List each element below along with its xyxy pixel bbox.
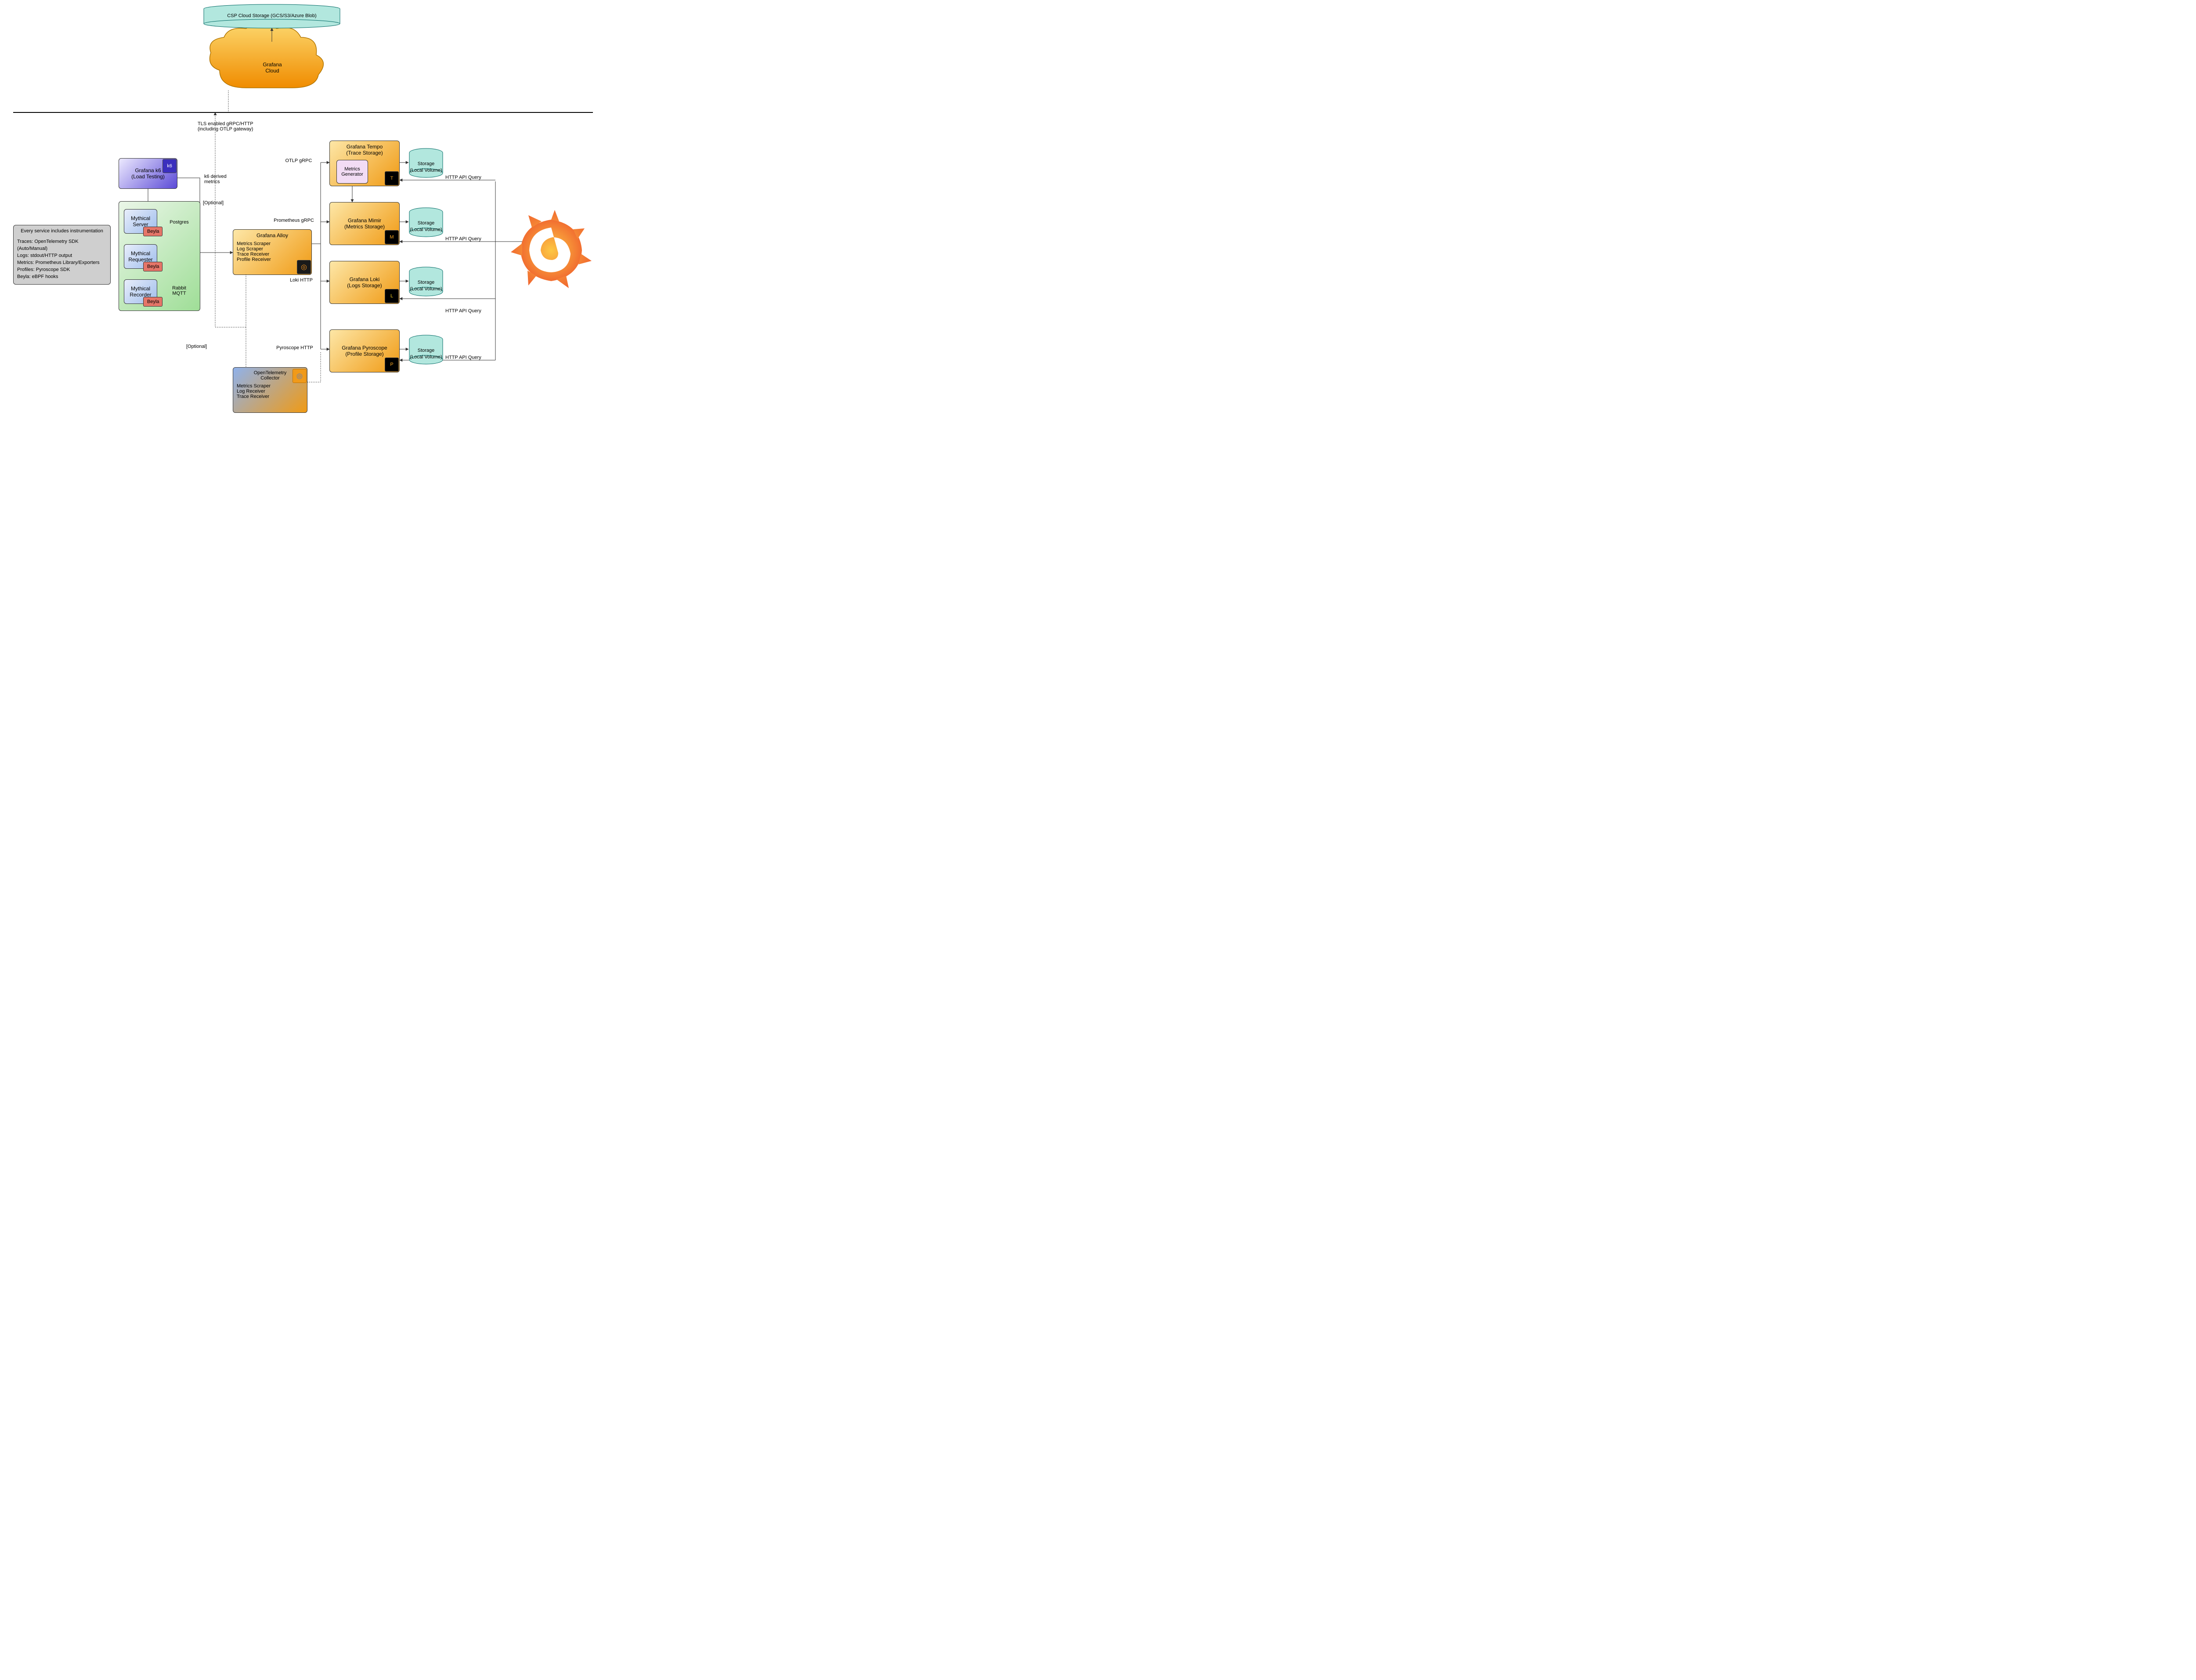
tls-l2: (including OTLP gateway) — [198, 126, 277, 132]
beyla-requester: Beyla — [143, 262, 163, 271]
k6m-l2: metrics — [204, 179, 227, 184]
grafana-cloud-label: Grafana Cloud — [246, 61, 299, 74]
otel-l1: Log Receiver — [237, 389, 303, 394]
edge-http-api-mimir: HTTP API Query — [445, 236, 481, 242]
mrec-l1: Mythical — [128, 285, 153, 292]
rab-l2: MQTT — [166, 291, 192, 296]
rabbit-label: Rabbit MQTT — [166, 285, 192, 296]
beyla-recorder: Beyla — [143, 297, 163, 307]
loki-l2: (Logs Storage) — [333, 282, 396, 289]
postgres-label: Postgres — [168, 220, 191, 225]
storage-tempo-label: Storage(Local Volume) — [409, 153, 443, 174]
mimir-icon: M — [385, 230, 399, 244]
optional-label-top: [Optional] — [203, 200, 224, 206]
k6-icon: k6 — [163, 159, 177, 173]
grafana-cloud-l1: Grafana — [246, 61, 299, 68]
k6-derived-metrics-label: k6 derived metrics — [204, 174, 227, 184]
grafana-cloud-l2: Cloud — [246, 68, 299, 74]
storage-pyro-label: Storage(Local Volume) — [409, 340, 443, 361]
edge-otlp-grpc: OTLP gRPC — [278, 158, 319, 163]
instr-l2: Metrics: Prometheus Library/Exporters — [17, 260, 107, 267]
cloud-storage-label: CSP Cloud Storage (GCS/S3/Azure Blob) — [204, 13, 340, 18]
instr-l0: Traces: OpenTelemetry SDK (Auto/Manual) — [17, 238, 107, 253]
tempo-icon: T — [385, 171, 399, 185]
beyla-server: Beyla — [143, 227, 163, 236]
pyro-l2: (Profile Storage) — [333, 351, 396, 357]
optional-label-bottom: [Optional] — [186, 344, 207, 349]
instr-l1: Logs: stdout/HTTP output — [17, 253, 107, 260]
alloy-l1: Log Scraper — [237, 246, 308, 252]
alloy-l0: Metrics Scraper — [237, 241, 308, 246]
storage-loki-label: Storage(Local Volume) — [409, 271, 443, 293]
edge-pyro-http: Pyroscope HTTP — [270, 345, 320, 350]
tls-note: TLS enabled gRPC/HTTP (including OTLP ga… — [198, 121, 277, 132]
connectors — [0, 0, 606, 420]
ms-l1: Mythical — [128, 215, 153, 221]
loki-icon: L — [385, 289, 399, 303]
pyro-l1: Grafana Pyroscope — [333, 345, 396, 351]
mimir-l1: Grafana Mimir — [333, 217, 396, 224]
edge-loki-http: Loki HTTP — [284, 278, 319, 283]
tempo-l2: (Trace Storage) — [333, 150, 396, 156]
storage-mimir-label: Storage(Local Volume) — [409, 212, 443, 233]
tempo-l1: Grafana Tempo — [333, 144, 396, 150]
pyroscope-icon: P — [385, 358, 399, 372]
grafana-logo-icon — [511, 210, 592, 288]
instr-l3: Profiles: Pyroscope SDK — [17, 267, 107, 274]
alloy-icon: ◎ — [297, 260, 311, 274]
tls-l1: TLS enabled gRPC/HTTP — [198, 121, 277, 126]
loki-l1: Grafana Loki — [333, 276, 396, 282]
instr-l4: Beyla: eBPF hooks — [17, 274, 107, 281]
edge-http-api-loki: HTTP API Query — [445, 308, 481, 314]
mimir-l2: (Metrics Storage) — [333, 224, 396, 230]
alloy-title: Grafana Alloy — [237, 232, 308, 238]
edge-http-api-pyro: HTTP API Query — [445, 355, 481, 360]
mg-l2: Generator — [340, 172, 364, 177]
instr-header: Every service includes instrumentation — [17, 228, 107, 235]
edge-http-api-tempo: HTTP API Query — [445, 175, 481, 180]
alloy-l2: Trace Receiver — [237, 252, 308, 257]
mg-l1: Metrics — [340, 166, 364, 172]
metrics-generator-box: Metrics Generator — [336, 160, 368, 184]
otel-l2: Trace Receiver — [237, 394, 303, 399]
instrumentation-note: Every service includes instrumentation T… — [13, 225, 111, 285]
k6m-l1: k6 derived — [204, 174, 227, 179]
otel-icon: ◎ — [293, 369, 307, 383]
k6-sub: (Load Testing) — [123, 173, 173, 180]
edge-prom-grpc: Prometheus gRPC — [268, 218, 320, 223]
otel-l0: Metrics Scraper — [237, 383, 303, 389]
storage-cylinders — [409, 148, 443, 364]
mr-l1: Mythical — [128, 250, 153, 257]
grafana-cloud-shape — [210, 24, 324, 88]
rab-l1: Rabbit — [166, 285, 192, 291]
